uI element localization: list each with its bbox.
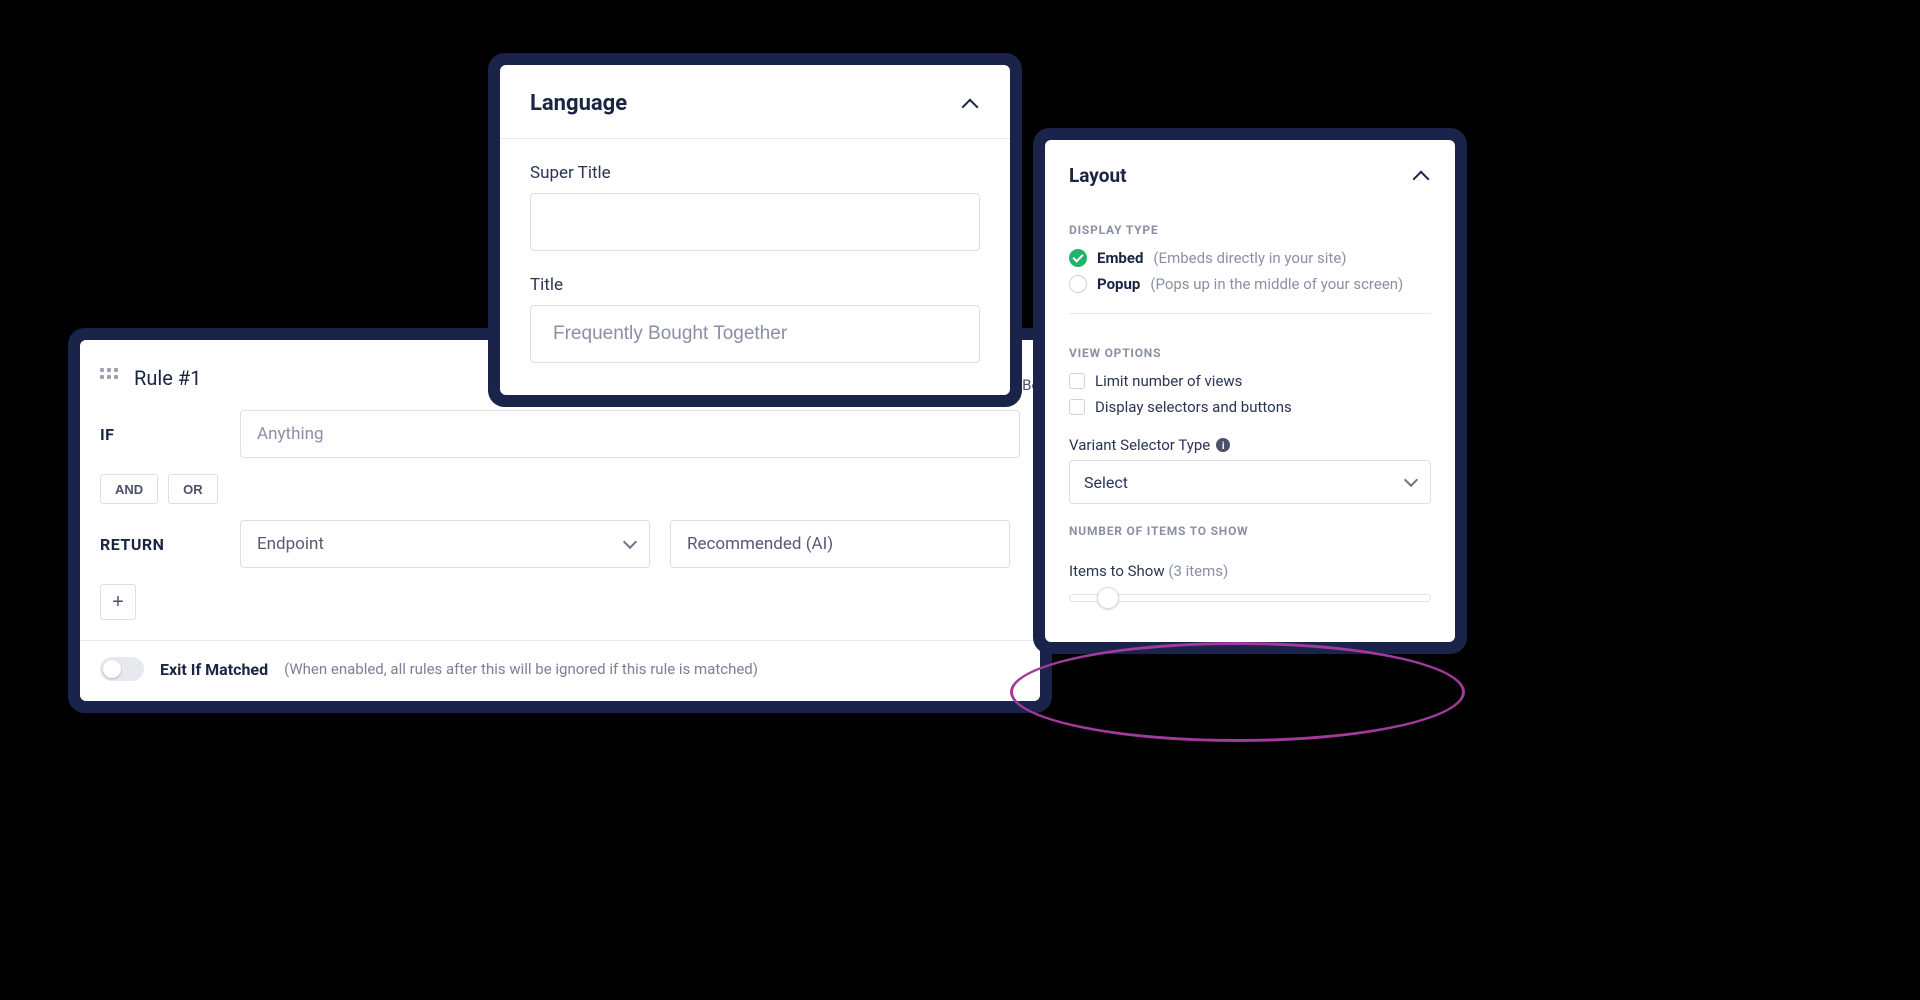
items-to-show-count: (3 items) [1168,562,1228,580]
variant-selector-select[interactable]: Select [1069,460,1431,504]
popup-option-desc: (Pops up in the middle of your screen) [1150,275,1403,293]
embed-option-label: Embed [1097,249,1143,267]
return-source-select[interactable]: Endpoint [240,520,650,568]
limit-views-label: Limit number of views [1095,372,1242,390]
items-to-show-label: Items to Show [1069,562,1165,580]
return-strategy-value: Recommended (AI) [687,534,833,554]
or-button[interactable]: OR [168,474,218,504]
and-button[interactable]: AND [100,474,158,504]
variant-selector-value: Select [1084,473,1128,492]
if-keyword: IF [100,425,220,444]
embed-option-desc: (Embeds directly in your site) [1153,249,1346,267]
super-title-input[interactable] [530,193,980,251]
display-type-popup-option[interactable]: Popup (Pops up in the middle of your scr… [1045,271,1455,297]
layout-section-title: Layout [1069,164,1127,187]
language-panel: Language Super Title Title [500,65,1010,395]
info-icon[interactable]: i [1216,438,1230,452]
exit-if-matched-label: Exit If Matched [160,660,268,679]
chevron-down-icon [1404,473,1418,487]
if-condition-value: Anything [257,424,324,444]
display-selectors-label: Display selectors and buttons [1095,398,1292,416]
radio-unchecked-icon [1069,275,1087,293]
slider-thumb[interactable] [1097,587,1119,609]
super-title-label: Super Title [500,139,1010,193]
divider [1069,313,1431,314]
return-strategy-select[interactable]: Recommended (AI) [670,520,1010,568]
if-condition-select[interactable]: Anything [240,410,1020,458]
exit-if-matched-desc: (When enabled, all rules after this will… [284,660,758,678]
collapse-chevron-up-icon[interactable] [962,95,980,113]
language-section-title: Language [530,91,627,116]
return-source-value: Endpoint [257,534,324,554]
rule-title: Rule #1 [134,366,201,390]
title-input[interactable] [530,305,980,363]
display-type-embed-option[interactable]: Embed (Embeds directly in your site) [1045,245,1455,271]
annotation-highlight-oval [1010,642,1465,742]
add-row-button[interactable]: + [100,584,136,620]
view-options-heading: VIEW OPTIONS [1045,330,1455,368]
chevron-down-icon [623,535,637,549]
hidden-peek-text: d Bef [1010,376,1045,394]
num-items-heading: NUMBER OF ITEMS TO SHOW [1045,504,1455,546]
layout-panel: Layout DISPLAY TYPE Embed (Embeds direct… [1045,140,1455,642]
radio-checked-icon [1069,249,1087,267]
layout-collapse-chevron-up-icon[interactable] [1413,167,1431,185]
limit-views-checkbox[interactable] [1069,373,1085,389]
title-label: Title [500,251,1010,305]
popup-option-label: Popup [1097,275,1140,293]
items-to-show-slider[interactable] [1069,594,1431,602]
return-keyword: RETURN [100,535,220,554]
drag-handle-icon[interactable] [100,368,120,388]
display-type-heading: DISPLAY TYPE [1045,207,1455,245]
variant-selector-label: Variant Selector Type [1069,436,1210,454]
exit-if-matched-toggle[interactable] [100,657,144,681]
display-selectors-checkbox[interactable] [1069,399,1085,415]
